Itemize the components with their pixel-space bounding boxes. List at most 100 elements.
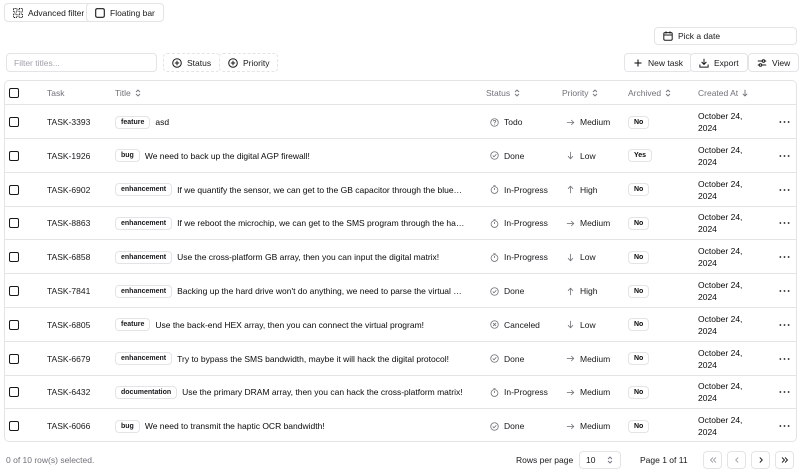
arrow-down-sort-icon	[742, 89, 748, 97]
chevrons-left-icon	[709, 457, 716, 463]
export-button[interactable]: Export	[690, 53, 748, 72]
date-picker-button[interactable]: Pick a date	[654, 27, 797, 45]
task-priority: Low	[566, 139, 596, 173]
timer-icon	[490, 219, 499, 228]
task-title: We need to transmit the haptic OCR bandw…	[144, 421, 325, 432]
row-actions-button[interactable]	[779, 206, 790, 240]
arrow-down-icon	[567, 152, 574, 160]
row-actions-button[interactable]	[779, 139, 790, 173]
table-row[interactable]: TASK-6679 enhancement Try to bypass the …	[5, 342, 796, 376]
task-title: If we reboot the microchip, we can get t…	[177, 218, 465, 229]
created-date-line-2: 2024	[698, 190, 717, 201]
priority-filter-button[interactable]: Priority	[219, 53, 279, 72]
column-archived-label: Archived	[628, 88, 662, 98]
task-id: TASK-3393	[47, 117, 91, 127]
last-page-button[interactable]	[775, 451, 794, 469]
row-checkbox[interactable]	[9, 387, 19, 398]
row-actions-button[interactable]	[779, 375, 790, 409]
previous-page-button[interactable]	[727, 451, 746, 469]
row-actions-button[interactable]	[779, 342, 790, 376]
task-label-badge: enhancement	[115, 352, 173, 366]
row-checkbox[interactable]	[9, 421, 19, 432]
task-status-label: Done	[504, 353, 525, 364]
table-row[interactable]: TASK-1926 bug We need to back up the dig…	[5, 139, 796, 173]
row-actions-button[interactable]	[779, 105, 790, 139]
row-actions-button[interactable]	[779, 173, 790, 207]
row-select-cell	[9, 206, 19, 240]
task-priority-label: Medium	[580, 117, 611, 127]
more-horizontal-icon	[779, 154, 790, 157]
column-header-task: Task	[47, 81, 64, 105]
table-row[interactable]: TASK-7841 enhancement Backing up the har…	[5, 274, 796, 308]
task-archived-cell: No	[628, 173, 650, 207]
check-circle-icon	[490, 354, 499, 363]
table-row[interactable]: TASK-3393 feature asd Todo Medium No Oct…	[5, 105, 796, 139]
column-header-priority[interactable]: Priority	[562, 81, 599, 105]
created-date-line-2: 2024	[698, 393, 717, 404]
row-checkbox[interactable]	[9, 353, 19, 364]
task-title-cell: feature Use the back-end HEX array, then…	[115, 308, 477, 342]
next-page-button[interactable]	[751, 451, 770, 469]
task-id: TASK-6432	[47, 387, 91, 398]
row-checkbox[interactable]	[9, 184, 19, 195]
task-archived-cell: No	[628, 308, 650, 342]
status-filter-button[interactable]: Status	[163, 53, 221, 72]
arrow-up-icon	[567, 287, 574, 295]
row-actions-button[interactable]	[779, 308, 790, 342]
column-header-archived[interactable]: Archived	[628, 81, 672, 105]
task-created-at: October 24, 2024	[698, 105, 742, 139]
advanced-filter-button[interactable]: Advanced filter	[4, 3, 94, 22]
task-status-label: In-Progress	[504, 218, 548, 229]
arrow-down-icon	[567, 253, 574, 262]
table-row[interactable]: TASK-6432 documentation Use the primary …	[5, 375, 796, 410]
column-status-label: Status	[486, 88, 511, 98]
view-button[interactable]: View	[748, 53, 800, 72]
column-task-label: Task	[47, 88, 65, 98]
filter-titles-input[interactable]: Filter titles...	[6, 53, 157, 72]
archived-badge: No	[628, 284, 650, 298]
select-all-checkbox[interactable]	[9, 88, 19, 98]
row-checkbox[interactable]	[9, 150, 19, 161]
task-title-cell: feature asd	[115, 105, 477, 139]
row-checkbox[interactable]	[9, 218, 19, 229]
created-date-line-2: 2024	[698, 258, 717, 269]
floating-bar-button[interactable]: Floating bar	[86, 3, 164, 22]
created-date-line-1: October 24,	[698, 313, 743, 324]
table-row[interactable]: TASK-6805 feature Use the back-end HEX a…	[5, 308, 796, 342]
row-select-cell	[9, 409, 19, 441]
task-priority-label: High	[580, 286, 598, 296]
row-checkbox[interactable]	[9, 252, 19, 263]
row-checkbox[interactable]	[9, 286, 19, 296]
task-archived-cell: No	[628, 274, 650, 308]
task-status: In-Progress	[490, 375, 548, 409]
new-task-button[interactable]: New task	[624, 53, 692, 72]
task-priority: Medium	[566, 206, 610, 240]
task-status: Done	[490, 139, 524, 173]
task-label-badge: documentation	[115, 385, 178, 399]
row-checkbox[interactable]	[9, 117, 19, 127]
task-priority: Low	[566, 308, 596, 342]
row-actions-button[interactable]	[779, 274, 790, 308]
rows-per-page-label: Rows per page	[516, 455, 574, 465]
created-date-line-2: 2024	[698, 325, 717, 336]
row-actions-button[interactable]	[779, 409, 790, 441]
select-all-cell	[9, 81, 19, 105]
column-header-status[interactable]: Status	[486, 81, 521, 105]
archived-badge: No	[628, 352, 650, 366]
task-title: Try to bypass the SMS bandwidth, maybe i…	[177, 353, 449, 364]
table-row[interactable]: TASK-6902 enhancement If we quantify the…	[5, 173, 796, 207]
first-page-button[interactable]	[703, 451, 722, 469]
created-date-line-1: October 24,	[698, 212, 743, 223]
task-status-label: Done	[504, 421, 525, 432]
table-row[interactable]: TASK-8863 enhancement If we reboot the m…	[5, 206, 796, 241]
task-status: Canceled	[490, 308, 540, 342]
column-header-created-at[interactable]: Created At	[698, 81, 749, 105]
task-archived-cell: No	[628, 105, 650, 139]
more-horizontal-icon	[779, 391, 790, 394]
row-actions-button[interactable]	[779, 240, 790, 274]
table-row[interactable]: TASK-6858 enhancement Use the cross-plat…	[5, 240, 796, 275]
column-header-title[interactable]: Title	[115, 81, 142, 105]
row-checkbox[interactable]	[9, 319, 19, 330]
rows-per-page-select[interactable]: 10	[579, 451, 621, 469]
table-row[interactable]: TASK-6066 bug We need to transmit the ha…	[5, 409, 796, 441]
